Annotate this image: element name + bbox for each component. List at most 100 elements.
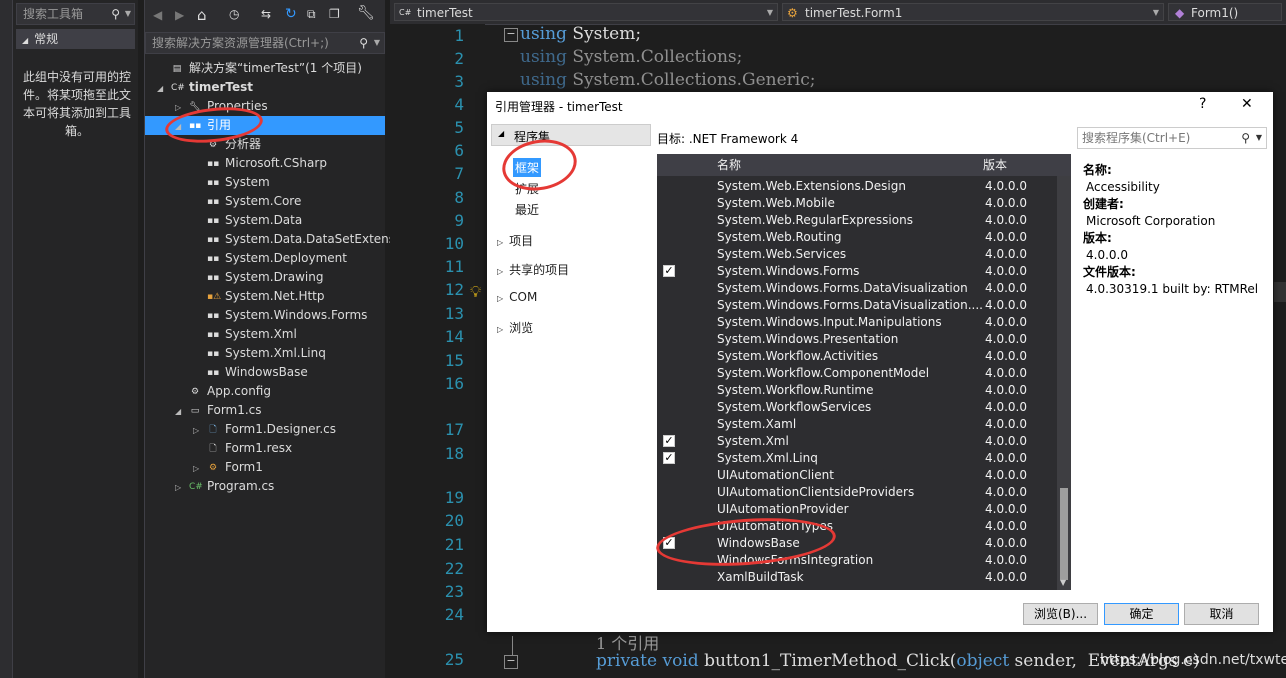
nav-browse[interactable]: ▷ 浏览 [497,319,533,336]
assembly-row[interactable]: System.Web.RegularExpressions 4.0.0.0 [657,212,1051,229]
line-number: 12 [444,280,464,299]
assembly-version: 4.0.0.0 [985,179,1027,193]
line-number: 8 [454,188,464,207]
assembly-row[interactable]: UIAutomationClientsideProviders 4.0.0.0 [657,484,1051,501]
assembly-row[interactable]: ✓ System.Xml 4.0.0.0 [657,433,1051,450]
assembly-version: 4.0.0.0 [985,485,1027,499]
assembly-row[interactable]: System.Workflow.Activities 4.0.0.0 [657,348,1051,365]
nav-projects[interactable]: ▷ 项目 [497,232,533,249]
tree-item[interactable]: ◢ C# timerTest [145,78,385,97]
tree-item[interactable]: ▷ C# Program.cs [145,477,385,496]
line-number: 6 [454,141,464,160]
nav-recent[interactable]: 最近 [515,201,539,218]
lightbulb-icon[interactable]: 💡︎ [470,282,486,302]
assembly-row[interactable]: UIAutomationClient 4.0.0.0 [657,467,1051,484]
tree-item-label: Form1 [225,460,263,474]
cancel-button[interactable]: 取消 [1184,603,1259,625]
assembly-row[interactable]: XamlBuildTask 4.0.0.0 [657,569,1051,586]
member-combo[interactable]: ◆ Form1() [1168,3,1282,21]
refresh-icon[interactable]: ↻ [285,6,297,22]
assembly-search-input[interactable]: 搜索程序集(Ctrl+E) ⚲ ▼ [1077,127,1267,149]
nav-shared[interactable]: ▷ 共享的项目 [497,261,569,278]
tree-item-icon: 🗋 [209,443,217,454]
help-button[interactable]: ? [1199,96,1206,112]
scrollbar-thumb[interactable] [1060,488,1068,580]
class-combo[interactable]: ⚙ timerTest.Form1 ▼ [782,3,1164,21]
expand-arrow-icon[interactable]: ▷ [193,459,203,478]
tree-item[interactable]: ▪▪ System.Drawing [145,268,385,287]
assembly-checkbox[interactable]: ✓ [663,435,675,447]
tree-item[interactable]: ▪▪ System.Data [145,211,385,230]
tree-item-label: System.Core [225,194,302,208]
tree-item[interactable]: ▪▪ System [145,173,385,192]
expand-arrow-icon[interactable]: ◢ [175,402,185,421]
expand-arrow-icon[interactable]: ▷ [193,421,203,440]
column-name-header[interactable]: 名称 [717,154,741,176]
assembly-row[interactable]: UIAutomationProvider 4.0.0.0 [657,501,1051,518]
expand-arrow-icon[interactable]: ▷ [175,478,185,497]
assembly-row[interactable]: System.Windows.Input.Manipulations 4.0.0.… [657,314,1051,331]
solution-search-input[interactable]: 搜索解决方案资源管理器(Ctrl+;) ⚲ ▼ [145,32,385,54]
tree-item[interactable]: ▷ 🗋 Form1.Designer.cs [145,420,385,439]
tree-item[interactable]: 🗋 Form1.resx [145,439,385,458]
expand-arrow-icon: ▷ [497,267,504,276]
class-icon: ⚙ [787,6,798,20]
tree-item[interactable]: ▪▪ System.Xml.Linq [145,344,385,363]
assembly-row[interactable]: System.WorkflowServices 4.0.0.0 [657,399,1051,416]
line-number: 3 [454,72,464,91]
expand-arrow-icon[interactable]: ◢ [157,79,167,98]
tree-item[interactable]: ⚙ App.config [145,382,385,401]
tree-item[interactable]: ▪▪ System.Deployment [145,249,385,268]
tree-item[interactable]: ▪▪ System.Core [145,192,385,211]
project-combo[interactable]: C# timerTest ▼ [394,3,778,21]
history-icon[interactable]: ◷ [229,7,239,21]
tree-item[interactable]: ◢ ▭ Form1.cs [145,401,385,420]
assembly-checkbox[interactable]: ✓ [663,452,675,464]
grid-scrollbar[interactable]: ▼ [1057,176,1071,590]
wrench-icon[interactable]: 🔧︎ [357,5,375,21]
assembly-row[interactable]: System.Web.Mobile 4.0.0.0 [657,195,1051,212]
tree-item[interactable]: ▪▪ WindowsBase [145,363,385,382]
forward-icon[interactable]: ▶ [175,8,184,22]
assembly-checkbox[interactable]: ✓ [663,265,675,277]
assembly-row[interactable]: System.Xaml 4.0.0.0 [657,416,1051,433]
assembly-row[interactable]: ✓ System.Windows.Forms 4.0.0.0 [657,263,1051,280]
assembly-row[interactable]: System.Web.Extensions.Design 4.0.0.0 [657,178,1051,195]
assembly-row[interactable]: System.Web.Routing 4.0.0.0 [657,229,1051,246]
back-icon[interactable]: ◀ [153,8,162,22]
home-icon[interactable]: ⌂ [197,6,207,24]
ok-button[interactable]: 确定 [1104,603,1179,625]
toolbox-group-header[interactable]: ◢ 常规 [16,29,135,49]
tree-item[interactable]: ▪⚠ System.Net.Http [145,287,385,306]
column-version-header[interactable]: 版本 [983,154,1007,176]
dialog-title-bar: 引用管理器 - timerTest ? ✕ [487,92,1273,120]
assembly-row[interactable]: System.Workflow.ComponentModel 4.0.0.0 [657,365,1051,382]
tree-item[interactable]: ▪▪ System.Data.DataSetExtens [145,230,395,249]
tree-item[interactable]: ▪▪ System.Xml [145,325,385,344]
sync-icon[interactable]: ⇆ [261,7,271,21]
close-button[interactable]: ✕ [1241,96,1253,112]
assembly-row[interactable]: System.Windows.Presentation 4.0.0.0 [657,331,1051,348]
tree-item[interactable]: ▪▪ Microsoft.CSharp [145,154,385,173]
browse-button[interactable]: 浏览(B)... [1023,603,1098,625]
nav-com[interactable]: ▷ COM [497,290,537,304]
tree-item[interactable]: ▷ 🔧︎ Properties [145,97,385,116]
tree-item[interactable]: ▤ 解决方案“timerTest”(1 个项目) [145,59,385,78]
assembly-row[interactable]: ✓ System.Xml.Linq 4.0.0.0 [657,450,1051,467]
assembly-row[interactable]: System.Web.Services 4.0.0.0 [657,246,1051,263]
assembly-row[interactable]: System.Windows.Forms.DataVisualization..… [657,297,1051,314]
assembly-version: 4.0.0.0 [985,264,1027,278]
collapse-region-icon[interactable]: − [504,655,518,669]
collapse-all-icon[interactable]: ⧉ [307,7,316,22]
scroll-down-icon[interactable]: ▼ [1060,578,1066,587]
assembly-name: System.Windows.Input.Manipulations [717,315,942,329]
collapse-region-icon[interactable]: − [504,28,518,42]
toolbox-search-input[interactable]: 搜索工具箱 ⚲ ▼ [16,3,135,25]
assembly-row[interactable]: System.Workflow.Runtime 4.0.0.0 [657,382,1051,399]
tree-item[interactable]: ▪▪ System.Windows.Forms [145,306,385,325]
copy-icon[interactable]: ❐ [329,7,340,21]
assembly-version: 4.0.0.0 [985,468,1027,482]
nav-assemblies[interactable]: ◢ 程序集 [491,124,651,146]
tree-item[interactable]: ▷ ⚙ Form1 [145,458,385,477]
assembly-row[interactable]: System.Windows.Forms.DataVisualization 4.… [657,280,1051,297]
